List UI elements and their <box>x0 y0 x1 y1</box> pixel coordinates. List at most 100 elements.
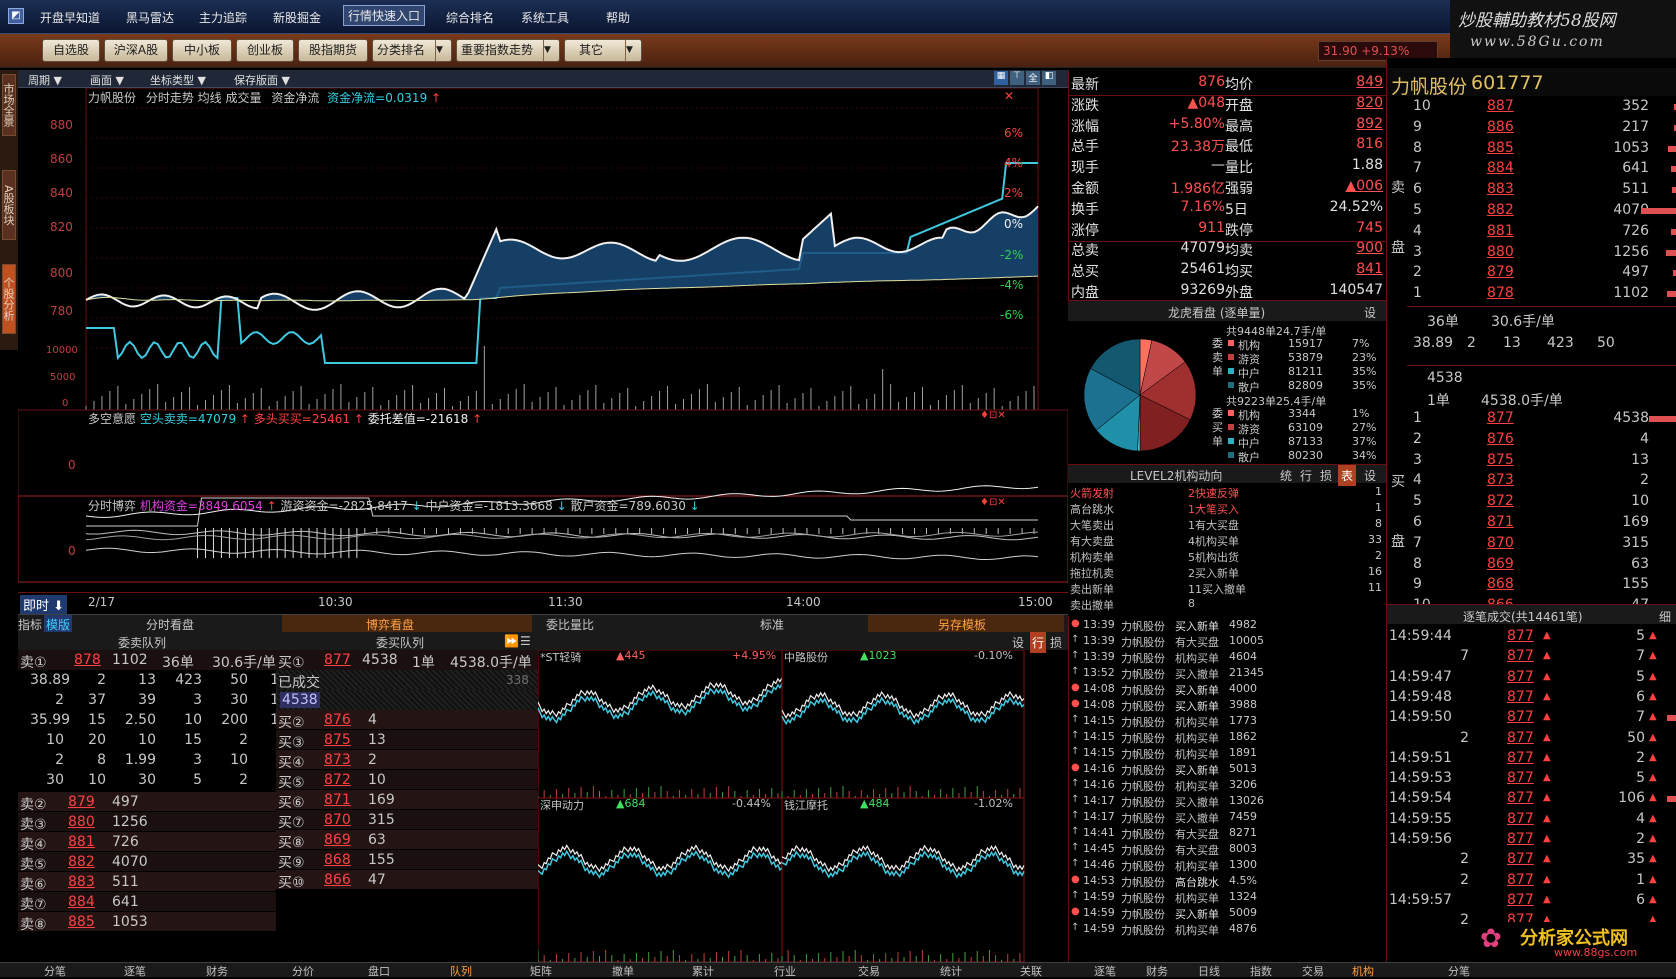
buy-queue-row[interactable] <box>276 830 538 850</box>
sell1-row[interactable]: 卖① 878 1102 36单 30.6手/单 <box>18 650 276 671</box>
btn-others[interactable]: 其它 ▼ <box>564 39 642 62</box>
tab-standard[interactable]: 标准 <box>760 616 784 633</box>
alert-stock[interactable]: 力帆股份 <box>1121 906 1165 922</box>
tab-intraday[interactable]: 分时看盘 <box>146 616 194 633</box>
ticks-detail-button[interactable]: 细 <box>1659 608 1671 625</box>
buy-queue-row[interactable] <box>276 870 538 890</box>
buy-queue-row[interactable] <box>276 790 538 810</box>
tab-save-template[interactable]: 另存模板 <box>938 616 986 633</box>
sell-level-price[interactable]: 883 <box>1487 181 1514 197</box>
tab-indicator[interactable]: 指标 <box>18 616 42 633</box>
ind1-ctrl-icon[interactable]: ♦⊡✕ <box>980 410 1006 421</box>
btn-index-trend[interactable]: 重要指数走势 ▼ <box>456 39 560 62</box>
menu-icon[interactable]: ☰ <box>520 634 531 648</box>
buy-level-price[interactable]: 868 <box>1487 576 1514 592</box>
menu-item-open-early[interactable]: 开盘早知道 <box>40 9 100 26</box>
chartbar-axis[interactable]: 坐标类型 ▼ <box>150 72 206 88</box>
grid-icon[interactable]: ▦ <box>994 71 1008 85</box>
buy-level-price[interactable]: 870 <box>1487 535 1514 551</box>
level2-tab-active[interactable]: 表 <box>1338 465 1357 486</box>
alert-stock[interactable]: 力帆股份 <box>1121 890 1165 906</box>
alert-stock[interactable]: 力帆股份 <box>1121 858 1165 874</box>
sell-level-price[interactable]: 886 <box>1487 119 1514 135</box>
chartbar-save[interactable]: 保存版面 ▼ <box>234 72 290 88</box>
buy-level-price[interactable]: 876 <box>1487 431 1514 447</box>
alert-stock[interactable]: 力帆股份 <box>1121 778 1165 794</box>
l2-buy-item[interactable]: 11买入撤单 <box>1188 581 1246 597</box>
mini-btn[interactable]: 损 <box>1050 634 1062 651</box>
pin-icon[interactable]: ⊤ <box>1010 71 1024 85</box>
chevron-down-icon[interactable]: ▼ <box>543 40 559 61</box>
buy-queue-row[interactable] <box>276 850 538 870</box>
menu-item-main-force[interactable]: 主力追踪 <box>199 9 247 26</box>
l2-sell-item[interactable]: 拖拉机卖 <box>1070 565 1114 581</box>
sell-level-price[interactable]: 880 <box>1487 244 1514 260</box>
menu-item-quick-entry[interactable]: 行情快速入口 <box>343 5 426 26</box>
l2-buy-item[interactable]: 8 <box>1188 597 1195 610</box>
sell-level-price[interactable]: 885 <box>1487 140 1514 156</box>
menu-item-help[interactable]: 帮助 <box>606 9 630 26</box>
alert-stock[interactable]: 力帆股份 <box>1121 842 1165 858</box>
forward-icon[interactable]: ⏩ <box>504 634 519 648</box>
buy-level-price[interactable]: 875 <box>1487 452 1514 468</box>
sidetab-stock[interactable]: 个股分析 <box>2 264 16 334</box>
menu-item-new-stock[interactable]: 新股掘金 <box>273 9 321 26</box>
l2-sell-item[interactable]: 高台跳水 <box>1070 501 1114 517</box>
level2-tab[interactable]: 统 <box>1280 467 1292 484</box>
sell-queue-row[interactable] <box>18 872 276 892</box>
mini-stock-name[interactable]: 中路股份 <box>784 649 828 665</box>
alert-stock[interactable]: 力帆股份 <box>1121 714 1165 730</box>
alert-stock[interactable]: 力帆股份 <box>1121 826 1165 842</box>
app-logo-icon[interactable]: ◩ <box>8 8 24 24</box>
level2-tab[interactable]: 损 <box>1320 467 1332 484</box>
buy-level-price[interactable]: 869 <box>1487 556 1514 572</box>
l2-buy-item[interactable]: 5机构出货 <box>1188 549 1239 565</box>
buy-queue-row[interactable] <box>276 770 538 790</box>
sell-queue-row[interactable] <box>18 792 276 812</box>
alert-stock[interactable]: 力帆股份 <box>1121 810 1165 826</box>
tab-game[interactable]: 博弈看盘 <box>366 616 414 633</box>
alert-stock[interactable]: 力帆股份 <box>1121 794 1165 810</box>
level2-tab[interactable]: 设 <box>1364 467 1376 484</box>
buy-level-price[interactable]: 877 <box>1487 410 1514 426</box>
full-icon[interactable]: 全 <box>1026 71 1040 85</box>
btn-gem[interactable]: 创业板 <box>236 39 294 62</box>
mini-stock-name[interactable]: 深申动力 <box>540 797 584 813</box>
sidetab-market[interactable]: 市场全景 <box>2 74 16 136</box>
buy-level-price[interactable]: 871 <box>1487 514 1514 530</box>
sell-level-price[interactable]: 879 <box>1487 264 1514 280</box>
l2-buy-item[interactable]: 2买入新单 <box>1188 565 1239 581</box>
menu-item-dark-horse[interactable]: 黑马雷达 <box>126 9 174 26</box>
btn-sh-sz[interactable]: 沪深A股 <box>104 39 168 62</box>
alert-stock[interactable]: 力帆股份 <box>1121 922 1165 938</box>
sell-level-price[interactable]: 887 <box>1487 98 1514 114</box>
buy-level-price[interactable]: 873 <box>1487 472 1514 488</box>
sell-level-price[interactable]: 881 <box>1487 223 1514 239</box>
main-chart[interactable] <box>18 88 1068 618</box>
buy-queue-row[interactable] <box>276 810 538 830</box>
menu-item-tools[interactable]: 系统工具 <box>521 9 569 26</box>
l2-sell-item[interactable]: 大笔卖出 <box>1070 517 1114 533</box>
toggle-icon[interactable]: ◧ <box>1042 71 1056 85</box>
alert-stock[interactable]: 力帆股份 <box>1121 682 1165 698</box>
alert-stock[interactable]: 力帆股份 <box>1121 698 1165 714</box>
alert-stock[interactable]: 力帆股份 <box>1121 874 1165 890</box>
alert-stock[interactable]: 力帆股份 <box>1121 762 1165 778</box>
sidetab-sector[interactable]: A股板块 <box>2 170 16 240</box>
alert-stock[interactable]: 力帆股份 <box>1121 618 1165 634</box>
alert-stock[interactable]: 力帆股份 <box>1121 666 1165 682</box>
chartbar-view[interactable]: 画面 ▼ <box>90 72 124 88</box>
l2-sell-item[interactable]: 火箭发射 <box>1070 485 1114 501</box>
sell-level-price[interactable]: 878 <box>1487 285 1514 301</box>
l2-sell-item[interactable]: 卖出撤单 <box>1070 597 1114 613</box>
menu-item-ranking[interactable]: 综合排名 <box>446 9 494 26</box>
sell-queue-row[interactable] <box>18 892 276 912</box>
chevron-down-icon[interactable]: ▼ <box>625 40 641 61</box>
l2-sell-item[interactable]: 卖出新单 <box>1070 581 1114 597</box>
sell-level-price[interactable]: 884 <box>1487 160 1514 176</box>
l2-sell-item[interactable]: 机构卖单 <box>1070 549 1114 565</box>
mini-btn[interactable]: 设 <box>1012 634 1024 651</box>
l2-buy-item[interactable]: 1大笔买入 <box>1188 501 1239 517</box>
l2-sell-item[interactable]: 有大卖盘 <box>1070 533 1114 549</box>
buy-queue-row[interactable] <box>276 710 538 730</box>
